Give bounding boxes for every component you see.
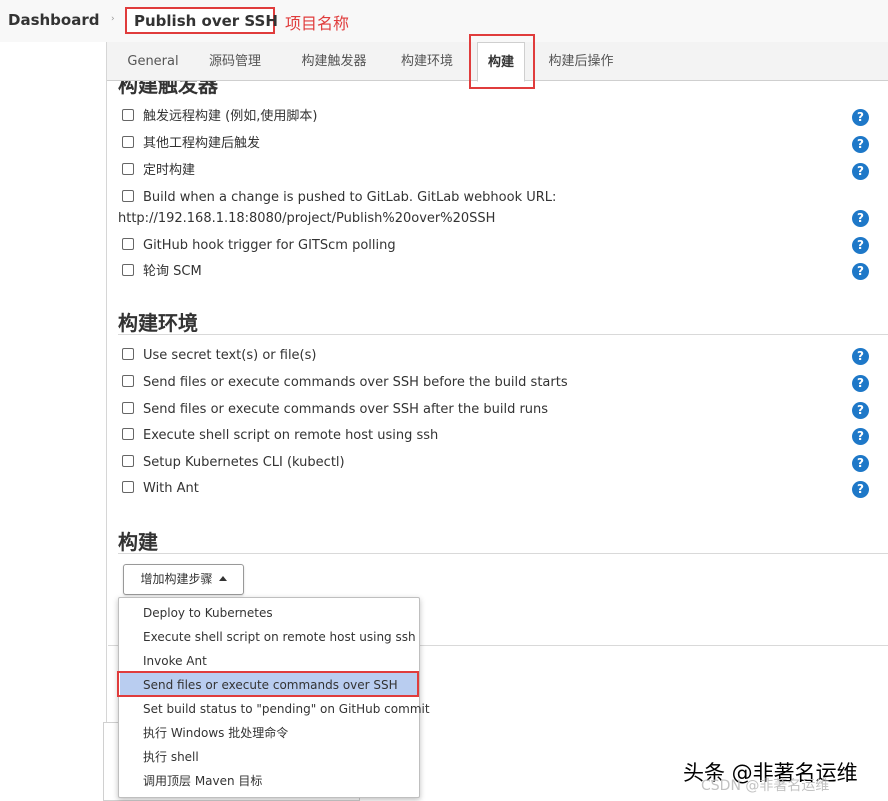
left-column	[0, 42, 107, 801]
checkbox[interactable]	[122, 163, 134, 175]
tab-general[interactable]: General	[117, 42, 189, 81]
option-label: 其他工程构建后触发	[143, 136, 261, 151]
checkbox[interactable]	[122, 428, 134, 440]
section-divider	[118, 553, 888, 554]
menu-item-invoke-ant[interactable]: Invoke Ant	[120, 649, 418, 673]
help-icon[interactable]: ?	[852, 348, 869, 365]
menu-item-maven-targets[interactable]: 调用顶层 Maven 目标	[120, 769, 418, 793]
gitlab-webhook-url: http://192.168.1.18:8080/project/Publish…	[118, 211, 496, 226]
help-icon[interactable]: ?	[852, 263, 869, 280]
checkbox[interactable]	[122, 238, 134, 250]
trigger-periodic-build-option[interactable]: 定时构建	[122, 161, 195, 181]
help-icon[interactable]: ?	[852, 163, 869, 180]
env-kubectl-option[interactable]: Setup Kubernetes CLI (kubectl)	[122, 453, 345, 473]
option-label: Use secret text(s) or file(s)	[143, 348, 317, 363]
trigger-poll-scm-option[interactable]: 轮询 SCM	[122, 262, 202, 282]
breadcrumb-dashboard-link[interactable]: Dashboard	[8, 11, 99, 29]
option-label: With Ant	[143, 481, 199, 496]
menu-item-windows-batch[interactable]: 执行 Windows 批处理命令	[120, 721, 418, 745]
env-ssh-before-build-option[interactable]: Send files or execute commands over SSH …	[122, 373, 568, 393]
help-icon[interactable]: ?	[852, 428, 869, 445]
checkbox[interactable]	[122, 136, 134, 148]
tab-build-environment[interactable]: 构建环境	[389, 42, 465, 81]
checkbox[interactable]	[122, 348, 134, 360]
option-label: Setup Kubernetes CLI (kubectl)	[143, 455, 345, 470]
menu-item-deploy-kubernetes[interactable]: Deploy to Kubernetes	[120, 601, 418, 625]
help-icon[interactable]: ?	[852, 109, 869, 126]
help-icon[interactable]: ?	[852, 375, 869, 392]
watermark-csdn: CSDN @非著名运维	[701, 778, 830, 794]
checkbox[interactable]	[122, 109, 134, 121]
project-name-annotation: 项目名称	[285, 14, 350, 33]
environment-section-title: 构建环境	[118, 311, 198, 335]
add-build-step-label: 增加构建步骤	[140, 572, 213, 586]
checkbox[interactable]	[122, 375, 134, 387]
trigger-gitlab-push-option[interactable]: Build when a change is pushed to GitLab.…	[122, 188, 556, 208]
env-remote-shell-option[interactable]: Execute shell script on remote host usin…	[122, 426, 438, 446]
tab-build-triggers[interactable]: 构建触发器	[285, 42, 383, 81]
help-icon[interactable]: ?	[852, 210, 869, 227]
triggers-section-title: 构建触发器	[118, 81, 218, 97]
add-build-step-button[interactable]: 增加构建步骤	[123, 564, 244, 595]
help-icon[interactable]: ?	[852, 481, 869, 498]
checkbox[interactable]	[122, 190, 134, 202]
option-label: Execute shell script on remote host usin…	[143, 428, 439, 443]
add-build-step-menu: Deploy to Kubernetes Execute shell scrip…	[118, 597, 430, 798]
option-label: Send files or execute commands over SSH …	[143, 375, 568, 390]
caret-up-icon	[218, 576, 227, 581]
option-label: 定时构建	[143, 163, 196, 178]
help-icon[interactable]: ?	[852, 402, 869, 419]
option-label: Build when a change is pushed to GitLab.…	[143, 190, 557, 205]
checkbox[interactable]	[122, 402, 134, 414]
trigger-after-other-projects-option[interactable]: 其他工程构建后触发	[122, 134, 260, 154]
env-secret-text-option[interactable]: Use secret text(s) or file(s)	[122, 346, 316, 366]
menu-item-github-pending-status[interactable]: Set build status to "pending" on GitHub …	[120, 697, 430, 721]
menu-item-remote-shell[interactable]: Execute shell script on remote host usin…	[120, 625, 418, 649]
breadcrumb-project-link[interactable]: Publish over SSH	[125, 7, 278, 34]
tab-source-code[interactable]: 源码管理	[199, 42, 271, 81]
checkbox[interactable]	[122, 481, 134, 493]
option-label: GitHub hook trigger for GITScm polling	[143, 238, 396, 253]
checkbox[interactable]	[122, 455, 134, 467]
breadcrumb-bar: Dashboard › Publish over SSH 项目名称	[0, 0, 888, 42]
tab-post-build[interactable]: 构建后操作	[535, 42, 627, 81]
checkbox[interactable]	[122, 264, 134, 276]
trigger-remote-build-option[interactable]: 触发远程构建 (例如,使用脚本)	[122, 107, 317, 127]
help-icon[interactable]: ?	[852, 136, 869, 153]
option-label: Send files or execute commands over SSH …	[143, 402, 549, 417]
trigger-github-hook-option[interactable]: GitHub hook trigger for GITScm polling	[122, 236, 396, 256]
help-icon[interactable]: ?	[852, 237, 869, 254]
option-label: 轮询 SCM	[143, 264, 202, 279]
section-divider	[118, 334, 888, 335]
menu-item-execute-shell[interactable]: 执行 shell	[120, 745, 418, 769]
help-icon[interactable]: ?	[852, 455, 869, 472]
option-label: 触发远程构建 (例如,使用脚本)	[143, 109, 318, 124]
build-section-title: 构建	[118, 530, 158, 554]
menu-item-highlight-box	[117, 671, 419, 697]
breadcrumb-separator-icon: ›	[111, 14, 115, 24]
env-ssh-after-build-option[interactable]: Send files or execute commands over SSH …	[122, 400, 548, 420]
env-with-ant-option[interactable]: With Ant	[122, 479, 199, 499]
